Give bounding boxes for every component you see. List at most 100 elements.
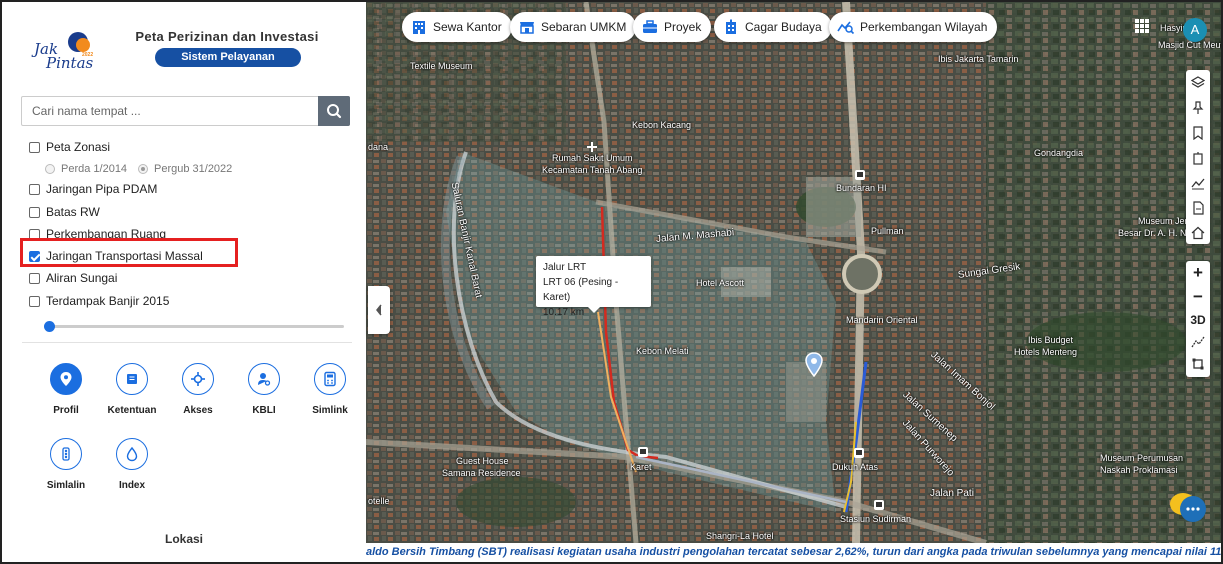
- layer-batas-rw[interactable]: Batas RW: [29, 204, 100, 220]
- chart-search-icon: [837, 21, 855, 35]
- map-label: Museum Perumusan: [1100, 453, 1184, 463]
- menu-index[interactable]: Index: [99, 438, 165, 491]
- map-label: Ibis Budget: [1028, 335, 1074, 345]
- proyek-button[interactable]: Proyek: [633, 12, 712, 42]
- map-label: Masjid Cut Meutia: [1158, 40, 1223, 50]
- map-label: Kebon Kacang: [632, 120, 692, 130]
- radio-button[interactable]: [138, 164, 148, 174]
- zoom-in-button[interactable]: +: [1186, 261, 1210, 285]
- place-search-input[interactable]: [22, 97, 318, 125]
- layers-tool-button[interactable]: [1186, 70, 1210, 95]
- book-icon: [116, 363, 148, 395]
- map-view[interactable]: Textile Museum Hasyim Masjid Cut Meutia …: [366, 2, 1223, 543]
- pin-tool-button[interactable]: [1186, 95, 1210, 120]
- home-tool-button[interactable]: [1186, 220, 1210, 245]
- chat-icon: [1170, 493, 1206, 522]
- map-label: otelle: [368, 496, 390, 506]
- user-avatar[interactable]: A: [1183, 18, 1207, 42]
- layer-jaringan-pipa-pdam[interactable]: Jaringan Pipa PDAM: [29, 181, 157, 197]
- sewa-kantor-button[interactable]: Sewa Kantor: [402, 12, 512, 42]
- layers-icon: [1191, 75, 1205, 88]
- layer-label: Terdampak Banjir 2015: [46, 294, 170, 308]
- map-label: Rumah Sakit Umum: [552, 153, 633, 163]
- layer-checkbox[interactable]: [29, 206, 40, 218]
- lokasi-info-cutoff: [42, 555, 282, 561]
- jakpintas-logo[interactable]: Jak Pintas 2022: [30, 30, 102, 76]
- train-station-icon[interactable]: [853, 447, 865, 459]
- line-chart-icon: [1191, 178, 1205, 189]
- view-3d-button[interactable]: 3D: [1186, 309, 1210, 331]
- sebaran-umkm-button[interactable]: Sebaran UMKM: [510, 12, 637, 42]
- lokasi-title: Lokasi: [164, 532, 203, 546]
- shop-icon: [520, 22, 534, 34]
- layer-checkbox[interactable]: [29, 295, 40, 307]
- briefcase-icon: [643, 20, 657, 33]
- menu-kbli[interactable]: KBLI: [231, 363, 297, 416]
- menu-profil[interactable]: Profil: [33, 363, 99, 416]
- map-label: Mandarin Oriental: [846, 315, 918, 325]
- radio-button[interactable]: [45, 164, 55, 174]
- building-tool-button[interactable]: [1186, 145, 1210, 170]
- map-label: Stasiun Sudirman: [840, 514, 912, 524]
- measure-line-button[interactable]: [1186, 331, 1210, 353]
- search-button[interactable]: [318, 96, 350, 126]
- divider: [22, 342, 352, 343]
- map-label: Hotel Ascott: [696, 278, 745, 288]
- menu-ketentuan[interactable]: Ketentuan: [99, 363, 165, 416]
- measure-area-button[interactable]: [1186, 353, 1210, 375]
- train-station-icon[interactable]: [637, 446, 649, 458]
- chevron-left-icon: [376, 304, 382, 316]
- app-title: Peta Perizinan dan Investasi: [135, 29, 319, 44]
- map-label: Kecamatan Tanah Abang: [542, 165, 643, 175]
- layer-label: Aliran Sungai: [46, 271, 118, 285]
- perkembangan-wilayah-button[interactable]: Perkembangan Wilayah: [829, 12, 998, 42]
- train-station-icon[interactable]: [873, 499, 885, 511]
- collapse-panel-button[interactable]: [368, 286, 390, 334]
- app-subtitle-badge: Sistem Pelayanan Informasi: [155, 48, 301, 82]
- layer-label: Jaringan Pipa PDAM: [46, 182, 158, 196]
- map-label: Besar Dr. A. H. Na: [1118, 228, 1192, 238]
- lrt-route-popup[interactable]: Jalur LRT LRT 06 (Pesing - Karet) 10.17 …: [536, 256, 651, 318]
- layer-aliran-sungai[interactable]: Aliran Sungai: [29, 270, 117, 286]
- map-label: Karet: [630, 462, 652, 472]
- layer-label: Batas RW: [46, 205, 100, 219]
- menu-simlink[interactable]: Simlink: [297, 363, 363, 416]
- menu-label: Index: [118, 480, 146, 491]
- heritage-building-icon: [726, 19, 736, 34]
- menu-label: KBLI: [252, 405, 276, 416]
- layer-peta-zonasi[interactable]: Peta Zonasi: [29, 139, 110, 155]
- apps-grid-icon[interactable]: [1135, 19, 1149, 33]
- bus-stop-icon[interactable]: [854, 169, 866, 181]
- chart-tool-button[interactable]: [1186, 170, 1210, 195]
- menu-simlalin[interactable]: Simlalin: [33, 438, 99, 491]
- radio-label: Pergub 31/2022: [154, 163, 233, 175]
- layer-checkbox[interactable]: [29, 183, 40, 195]
- popup-line-2: LRT 06 (Pesing - Karet): [543, 277, 619, 303]
- calculator-icon: [314, 363, 346, 395]
- map-pin-icon[interactable]: [804, 352, 824, 378]
- layer-checkbox[interactable]: [29, 141, 40, 153]
- layer-terdampak-banjir-2015[interactable]: Terdampak Banjir 2015: [29, 293, 169, 309]
- zonasi-option-perda[interactable]: Perda 1/2014: [45, 161, 127, 177]
- popup-line-3: 10.17 km: [543, 307, 585, 318]
- layer-checkbox[interactable]: [29, 272, 40, 284]
- document-tool-button[interactable]: [1186, 195, 1210, 220]
- menu-akses[interactable]: Akses: [165, 363, 231, 416]
- map-label: Textile Museum: [410, 61, 473, 71]
- location-pin-icon: [50, 363, 82, 395]
- top-button-label: Sewa Kantor: [433, 20, 502, 34]
- app-frame: Jak Pintas 2022 Peta Perizinan dan Inves…: [0, 0, 1223, 564]
- cagar-budaya-button[interactable]: Cagar Budaya: [714, 12, 832, 42]
- slider-thumb[interactable]: [44, 321, 55, 332]
- logo-year: 2022: [82, 52, 94, 58]
- zonasi-option-pergub[interactable]: Pergub 31/2022: [138, 161, 232, 177]
- hospital-icon[interactable]: [586, 141, 598, 153]
- opacity-slider[interactable]: [44, 321, 344, 332]
- bookmark-tool-button[interactable]: [1186, 120, 1210, 145]
- highlight-box: [20, 238, 238, 267]
- chat-button[interactable]: [1168, 490, 1208, 526]
- map-street-label: Jalan Pati: [930, 488, 974, 499]
- bookmark-icon: [1193, 125, 1203, 140]
- zoom-out-button[interactable]: −: [1186, 285, 1210, 309]
- document-icon: [1193, 200, 1204, 215]
